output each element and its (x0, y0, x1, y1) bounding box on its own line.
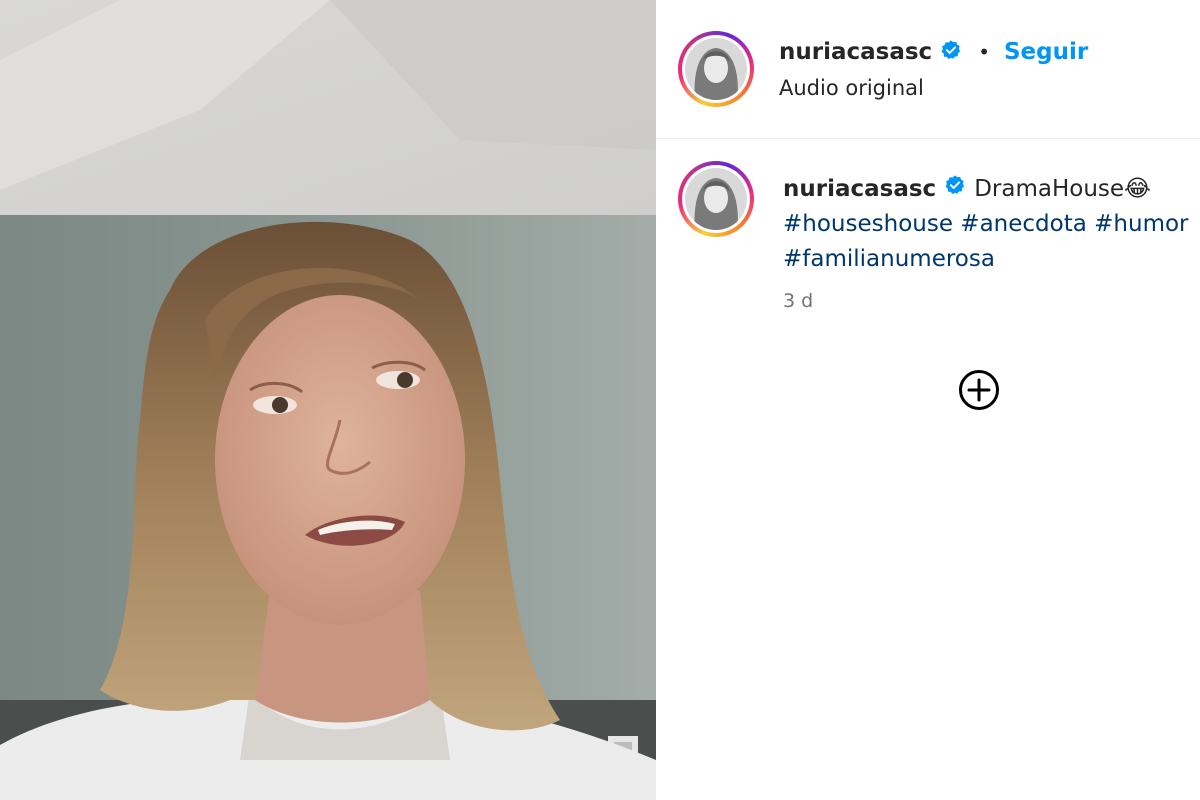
verified-badge-icon (940, 39, 962, 65)
avatar (685, 168, 747, 230)
hashtag-link[interactable]: #humor (1094, 211, 1188, 237)
hashtag-line: #familianumerosa (783, 242, 1200, 277)
audio-label[interactable]: Audio original (779, 76, 924, 100)
hashtag-link[interactable]: #anecdota (960, 211, 1087, 237)
hashtag-link[interactable]: #familianumerosa (783, 246, 995, 272)
story-ring-avatar[interactable] (678, 31, 754, 107)
follow-button[interactable]: Seguir (1004, 39, 1088, 65)
video-frame (0, 0, 656, 800)
header-user-line: nuriacasasc • Seguir (779, 39, 1088, 65)
caption-text: DramaHouse😂 (974, 176, 1151, 202)
caption-avatar[interactable] (678, 161, 754, 237)
caption: nuriacasasc DramaHouse😂 #houseshouse #an… (783, 172, 1200, 277)
header-username[interactable]: nuriacasasc (779, 39, 932, 65)
caption-username[interactable]: nuriacasasc (783, 172, 936, 207)
post-timestamp[interactable]: 3 d (783, 290, 813, 312)
reel-video[interactable] (0, 0, 656, 800)
post-panel: nuriacasasc • Seguir Audio original nuri… (656, 0, 1200, 800)
laughing-emoji: 😂 (1124, 176, 1151, 202)
separator-dot: • (978, 40, 990, 64)
verified-badge-icon (944, 172, 966, 207)
avatar (685, 38, 747, 100)
hashtag-link[interactable]: #houseshouse (783, 211, 953, 237)
caption-first-line: nuriacasasc DramaHouse😂 (783, 172, 1200, 207)
plus-circle-icon[interactable] (958, 369, 1000, 411)
hashtag-line: #houseshouse #anecdota #humor (783, 207, 1200, 242)
post-header: nuriacasasc • Seguir Audio original (656, 0, 1200, 139)
